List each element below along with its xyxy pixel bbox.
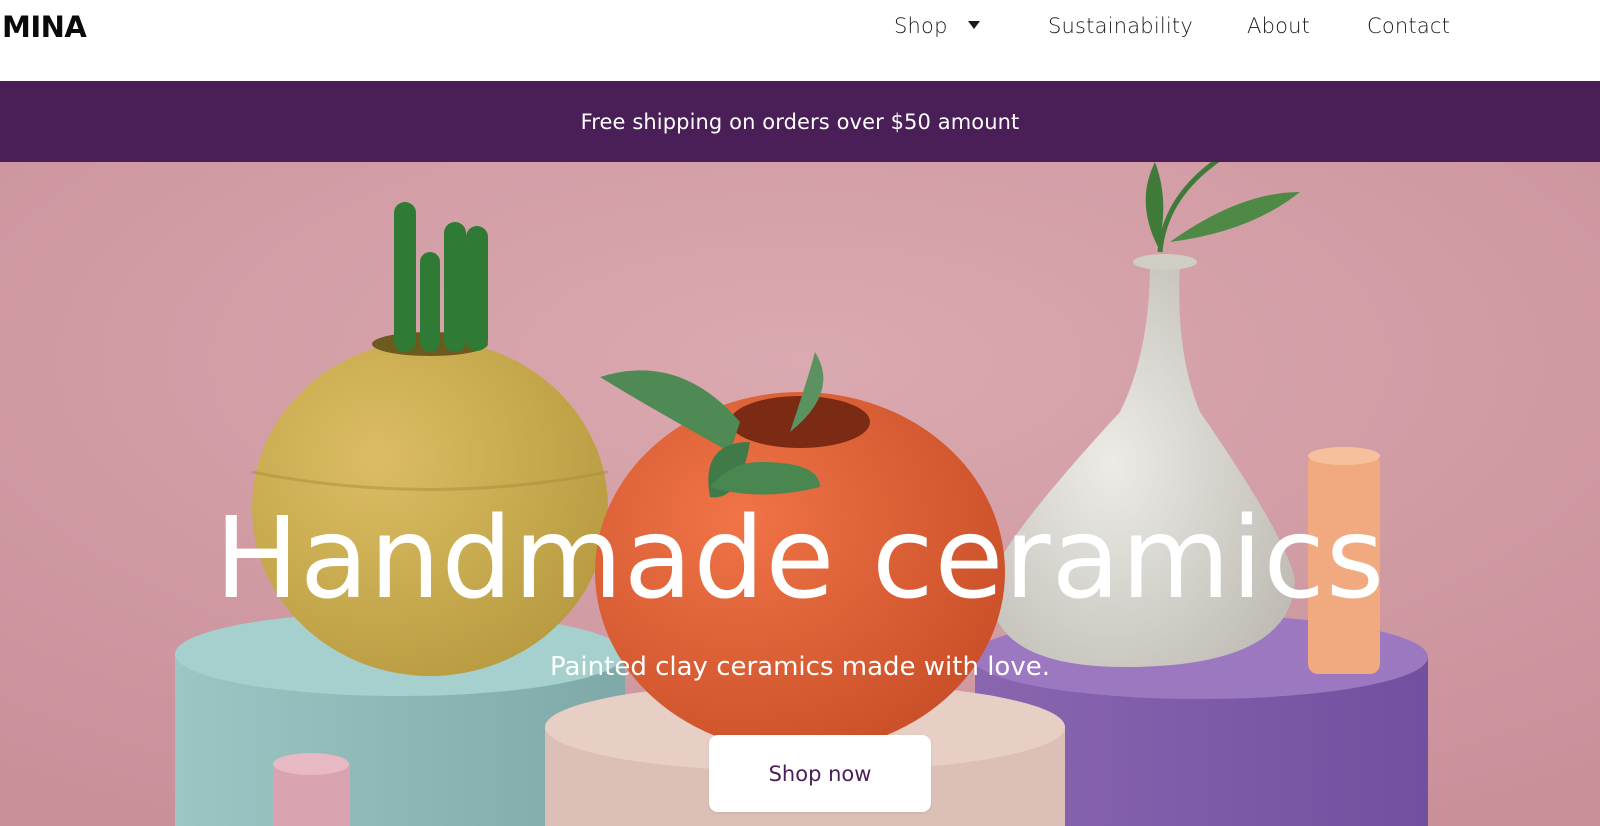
site-header: MINA Shop Sustainability About Contact (0, 0, 1600, 81)
main-nav: Shop Sustainability About Contact (0, 0, 1600, 58)
nav-item-sustainability[interactable]: Sustainability (1048, 14, 1193, 38)
hero-section: Handmade ceramics Painted clay ceramics … (0, 162, 1600, 826)
chevron-down-icon[interactable] (968, 21, 980, 29)
shop-now-button[interactable]: Shop now (709, 735, 931, 812)
nav-item-about[interactable]: About (1247, 14, 1310, 38)
banner-text: Free shipping on orders over $50 amount (580, 109, 1020, 134)
hero-title: Handmade ceramics (214, 494, 1386, 624)
hero-subtitle: Painted clay ceramics made with love. (549, 652, 1050, 682)
nav-item-contact[interactable]: Contact (1367, 14, 1450, 38)
nav-item-shop[interactable]: Shop (894, 14, 948, 38)
announcement-banner: Free shipping on orders over $50 amount (0, 81, 1600, 162)
